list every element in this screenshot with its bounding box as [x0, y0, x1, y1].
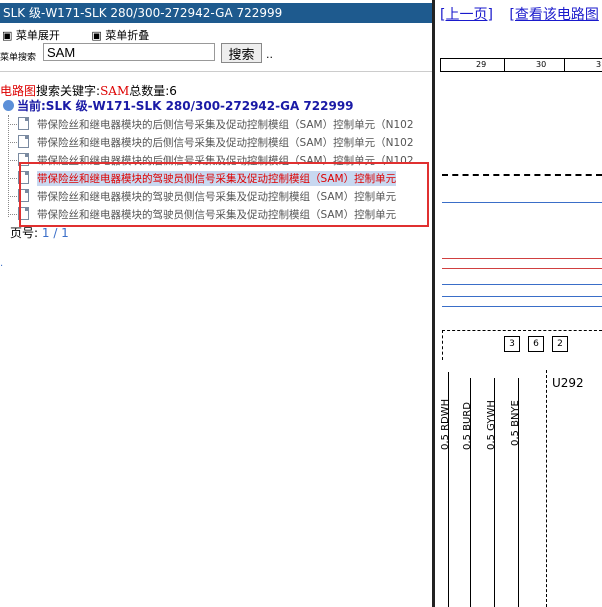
document-icon — [18, 117, 29, 130]
wire-blue-2 — [442, 284, 602, 285]
monitor-icon — [3, 100, 14, 111]
component-border-left — [442, 330, 443, 360]
pin-6: 6 — [528, 336, 544, 352]
search-button[interactable]: 搜索 — [221, 43, 262, 63]
prev-page-link[interactable]: [上一页] — [440, 7, 493, 23]
ruler-tick-29: 29 — [476, 60, 487, 69]
page-number[interactable]: 1 / 1 — [42, 226, 69, 240]
wire-label-gywh: 0,5 GYWH — [486, 400, 497, 450]
divider-line — [0, 71, 432, 72]
search-label: 菜单搜索 — [0, 53, 37, 63]
tree-connector — [8, 115, 9, 217]
frame-divider[interactable] — [432, 0, 435, 607]
wire-label-rdwh: 0,5 RDWH — [440, 398, 451, 450]
ruler-tick-3: 3 — [596, 60, 602, 69]
pager: 页号: 1 / 1 — [10, 226, 69, 240]
pin-2: 2 — [552, 336, 568, 352]
pin-3: 3 — [504, 336, 520, 352]
diagram-ruler: 29 30 3 — [440, 58, 602, 72]
diagram-nav: [上一页] [查看该电路图 — [440, 4, 602, 24]
list-item-label: 带保险丝和继电器模块的后侧信号采集及促动控制模组（SAM）控制单元（N102 — [37, 137, 414, 149]
search-dots: .. — [266, 48, 273, 61]
menu-panel: SLK 级-W171-SLK 280/300-272942-GA 722999 … — [0, 0, 434, 607]
wire-blue-1 — [442, 202, 602, 203]
component-border-top — [442, 330, 602, 331]
menu-controls: ▣ 菜单展开 ▣ 菜单折叠 — [2, 27, 177, 43]
view-diagram-link[interactable]: [查看该电路图 — [509, 7, 598, 23]
diagram-panel: [上一页] [查看该电路图 29 30 3 3 6 2 U292 0,5 RDW… — [436, 0, 602, 607]
wire-blue-3 — [442, 296, 602, 297]
wire-label-burd: 0,5 BURD — [462, 402, 473, 450]
component-border-right — [546, 370, 547, 607]
wire-label-bnye: 0,5 BNYE — [510, 400, 521, 446]
menu-collapse-button[interactable]: ▣ 菜单折叠 — [91, 29, 163, 42]
highlight-box — [19, 162, 429, 227]
list-item-label: 带保险丝和继电器模块的后侧信号采集及促动控制模组（SAM）控制单元（N102 — [37, 119, 414, 131]
wire-red-2 — [442, 268, 602, 269]
search-input[interactable] — [43, 43, 215, 61]
small-link-mark[interactable]: . — [0, 258, 3, 269]
vehicle-title: SLK 级-W171-SLK 280/300-272942-GA 722999 — [0, 3, 432, 23]
document-icon — [18, 135, 29, 148]
current-vehicle[interactable]: 当前:SLK 级-W171-SLK 280/300-272942-GA 7229… — [3, 97, 354, 114]
menu-expand-button[interactable]: ▣ 菜单展开 — [2, 29, 74, 42]
wire-blue-4 — [442, 306, 602, 307]
wire-red-1 — [442, 258, 602, 259]
component-label: U292 — [552, 376, 584, 390]
diagram-dash-line — [442, 174, 602, 176]
ruler-tick-30: 30 — [536, 60, 547, 69]
